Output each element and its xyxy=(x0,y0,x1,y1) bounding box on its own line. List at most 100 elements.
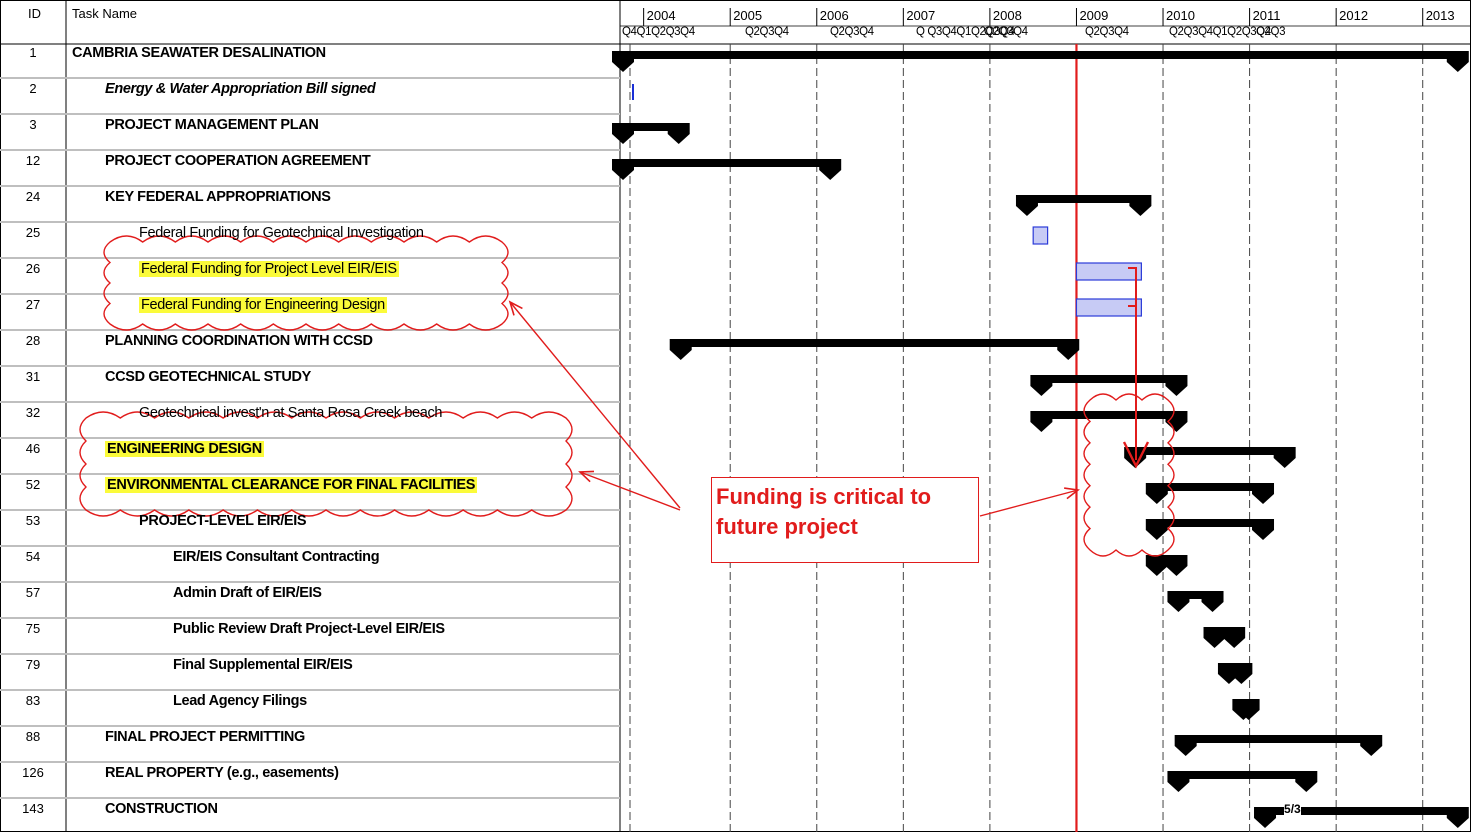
summary-bar-start-cap xyxy=(1015,195,1038,216)
task-name-text: Federal Funding for Engineering Design xyxy=(139,297,387,313)
row-id: 2 xyxy=(29,81,37,96)
task-name: FINAL PROJECT PERMITTING xyxy=(105,729,305,745)
task-name-text: Federal Funding for Project Level EIR/EI… xyxy=(139,261,399,277)
row-id: 83 xyxy=(25,693,41,708)
quarter-label: Q2Q3Q4 xyxy=(1085,26,1129,38)
task-name-text: PLANNING COORDINATION WITH CCSD xyxy=(105,333,373,349)
summary-bar-end-cap xyxy=(1252,519,1275,540)
task-name-text: PROJECT MANAGEMENT PLAN xyxy=(105,117,319,133)
quarter-label: Q2Q3Q4 xyxy=(830,26,874,38)
year-label-2008: 2008 xyxy=(992,8,1022,23)
task-name-text: Final Supplemental EIR/EIS xyxy=(173,657,353,673)
summary-bar-end-cap xyxy=(1165,555,1188,576)
row-id: 28 xyxy=(25,333,41,348)
task-name-text: Energy & Water Appropriation Bill signed xyxy=(105,81,376,97)
task-name: PROJECT MANAGEMENT PLAN xyxy=(105,117,319,133)
summary-bar xyxy=(1184,735,1373,743)
year-label-2007: 2007 xyxy=(906,8,936,23)
summary-bar xyxy=(679,339,1070,347)
summary-bar xyxy=(1134,447,1286,455)
year-label-2009: 2009 xyxy=(1079,8,1109,23)
row-id: 25 xyxy=(25,225,41,240)
summary-bar-start-cap xyxy=(1145,555,1168,576)
quarter-label: Q4Q1Q2Q3Q4 xyxy=(622,26,695,38)
year-label-2010: 2010 xyxy=(1166,8,1195,23)
task-name-text: FINAL PROJECT PERMITTING xyxy=(105,729,305,745)
task-bar xyxy=(1075,262,1142,281)
milestone-marker xyxy=(632,84,634,100)
task-name-text: Geotechnical invest'n at Santa Rosa Cree… xyxy=(139,405,443,421)
row-id: 3 xyxy=(29,117,37,132)
task-name-text: ENVIRONMENTAL CLEARANCE FOR FINAL FACILI… xyxy=(105,477,478,493)
summary-bar-end-cap xyxy=(819,159,842,180)
funding-callout-box: Funding is critical to future project xyxy=(711,477,979,563)
row-id: 32 xyxy=(25,405,41,420)
summary-bar-start-cap xyxy=(1167,591,1190,612)
revision-cloud-funding xyxy=(103,235,509,331)
task-name: REAL PROPERTY (e.g., easements) xyxy=(105,765,339,781)
task-name-text: Public Review Draft Project-Level EIR/EI… xyxy=(173,621,445,637)
summary-bar-end-cap xyxy=(1446,807,1469,828)
task-name-text: PROJECT-LEVEL EIR/EIS xyxy=(139,513,307,529)
summary-bar-end-cap xyxy=(1165,375,1188,396)
task-name: Federal Funding for Geotechnical Investi… xyxy=(139,225,424,241)
quarter-label: Q2Q3Q4 xyxy=(745,26,789,38)
year-label-2006: 2006 xyxy=(819,8,849,23)
summary-bar-end-cap xyxy=(1129,195,1152,216)
task-name-text: Lead Agency Filings xyxy=(173,693,307,709)
task-name: ENGINEERING DESIGN xyxy=(105,441,264,457)
task-name: Federal Funding for Engineering Design xyxy=(139,297,387,313)
task-name: Energy & Water Appropriation Bill signed xyxy=(105,81,376,97)
task-name-text: CAMBRIA SEAWATER DESALINATION xyxy=(72,45,326,61)
row-id: 1 xyxy=(29,45,37,60)
summary-bar-start-cap xyxy=(1174,735,1197,756)
summary-bar-start-cap xyxy=(1254,807,1277,828)
summary-bar-start-cap xyxy=(612,159,634,180)
year-label-2004: 2004 xyxy=(646,8,676,23)
summary-bar-end-cap xyxy=(1230,663,1253,684)
task-name: Public Review Draft Project-Level EIR/EI… xyxy=(173,621,445,637)
task-name: KEY FEDERAL APPROPRIATIONS xyxy=(105,189,331,205)
task-name-text: ENGINEERING DESIGN xyxy=(105,441,264,457)
summary-bar-end-cap xyxy=(1201,591,1224,612)
task-name: Admin Draft of EIR/EIS xyxy=(173,585,322,601)
row-id: 26 xyxy=(25,261,41,276)
task-name: CCSD GEOTECHNICAL STUDY xyxy=(105,369,311,385)
summary-bar-start-cap xyxy=(612,51,634,72)
task-name-text: Federal Funding for Geotechnical Investi… xyxy=(139,225,424,241)
row-id: 88 xyxy=(25,729,41,744)
summary-bar-end-cap xyxy=(1295,771,1318,792)
summary-bar-end-cap xyxy=(1446,51,1469,72)
summary-bar xyxy=(622,51,1459,59)
row-id: 12 xyxy=(25,153,41,168)
row-id: 53 xyxy=(25,513,41,528)
task-name-text: Admin Draft of EIR/EIS xyxy=(173,585,322,601)
task-name-text: CONSTRUCTION xyxy=(105,801,218,817)
summary-bar xyxy=(1025,195,1142,203)
summary-bar-start-cap xyxy=(1203,627,1226,648)
row-id: 31 xyxy=(25,369,41,384)
summary-bar xyxy=(1040,411,1178,419)
task-name: Geotechnical invest'n at Santa Rosa Cree… xyxy=(139,405,442,421)
row-id: 54 xyxy=(25,549,41,564)
summary-bar xyxy=(1177,771,1308,779)
summary-bar-end-cap xyxy=(1252,483,1275,504)
summary-bar-start-cap xyxy=(1030,375,1053,396)
task-name-text: EIR/EIS Consultant Contracting xyxy=(173,549,380,565)
task-name-text: REAL PROPERTY (e.g., easements) xyxy=(105,765,339,781)
summary-bar-start-cap xyxy=(1167,771,1190,792)
task-name: PROJECT COOPERATION AGREEMENT xyxy=(105,153,371,169)
task-name-text: PROJECT COOPERATION AGREEMENT xyxy=(105,153,371,169)
task-name: Final Supplemental EIR/EIS xyxy=(173,657,353,673)
task-name-text: KEY FEDERAL APPROPRIATIONS xyxy=(105,189,331,205)
summary-bar-start-cap xyxy=(1030,411,1053,432)
row-id: 24 xyxy=(25,189,41,204)
id-column-header: ID xyxy=(28,6,41,21)
year-label-2012: 2012 xyxy=(1339,8,1369,23)
quarter-label: Q2Q3 xyxy=(1256,26,1286,38)
summary-bar-end-cap xyxy=(1360,735,1383,756)
summary-bar xyxy=(1040,375,1178,383)
row-id: 52 xyxy=(25,477,41,492)
summary-bar-end-cap xyxy=(667,123,690,144)
summary-bar-start-cap xyxy=(612,123,634,144)
